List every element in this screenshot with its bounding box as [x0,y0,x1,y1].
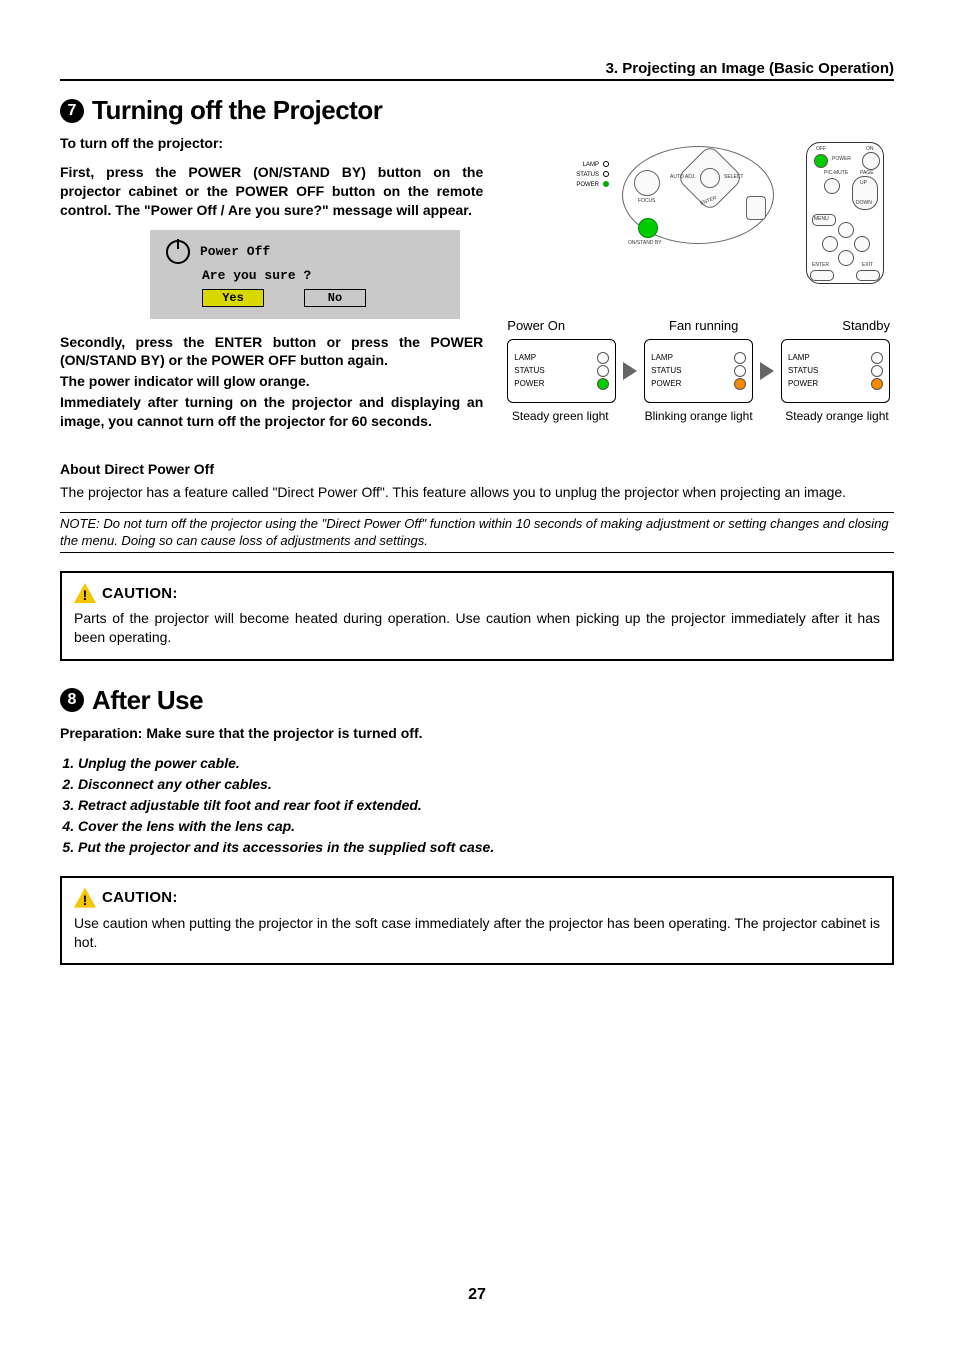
step-4: Cover the lens with the lens cap. [78,816,894,837]
warning-icon: ! [74,888,96,908]
state-headers: Power On Fan running Standby [507,318,890,333]
section7-para2-line1: Secondly, press the ENTER button or pres… [60,333,483,371]
caution-box-1: ! CAUTION: Parts of the projector will b… [60,571,894,661]
direct-power-off-heading: About Direct Power Off [60,461,894,477]
panel-legend: LAMP STATUS POWER [565,160,609,190]
caution-1-text: Parts of the projector will become heate… [74,609,880,647]
power-icon [166,240,190,264]
power-off-dialog: Power Off Are you sure ? Yes No [150,230,460,319]
direct-power-off-note: NOTE: Do not turn off the projector usin… [60,512,894,553]
remote-figure: OFF ON POWER PIC-MUTE PAGE UP DOWN MENU [794,140,894,290]
state-boxes: LAMP STATUS POWER LAMP STATUS POWER LAMP… [507,339,890,403]
section-7-title: Turning off the Projector [92,95,382,126]
section7-para2-line3: Immediately after turning on the project… [60,393,483,431]
dialog-line2: Are you sure ? [202,268,450,283]
section7-lead: To turn off the projector: [60,134,483,153]
section7-para2-line2: The power indicator will glow orange. [60,372,483,391]
arrow-icon [623,362,637,380]
direct-power-off-para: The projector has a feature called "Dire… [60,483,894,502]
section-7-heading: 7 Turning off the Projector [60,95,894,126]
state-box-standby: LAMP STATUS POWER [781,339,890,403]
caution-2-title: CAUTION: [102,889,178,906]
dialog-yes-button[interactable]: Yes [202,289,264,307]
section-8-badge: 8 [60,688,84,712]
arrow-icon [760,362,774,380]
state-box-on: LAMP STATUS POWER [507,339,616,403]
caution-1-title: CAUTION: [102,585,178,602]
section-8-title: After Use [92,685,203,716]
projector-panel-figure: LAMP STATUS POWER FOCUS ON/STAND BY AUTO… [610,140,780,260]
section-7-badge: 7 [60,99,84,123]
dialog-no-button[interactable]: No [304,289,366,307]
caution-2-text: Use caution when putting the projector i… [74,914,880,952]
chapter-header: 3. Projecting an Image (Basic Operation) [60,60,894,81]
caution-box-2: ! CAUTION: Use caution when putting the … [60,876,894,966]
step-1: Unplug the power cable. [78,753,894,774]
section-8-heading: 8 After Use [60,685,894,716]
step-5: Put the projector and its accessories in… [78,837,894,858]
state-box-fan: LAMP STATUS POWER [644,339,753,403]
step-3: Retract adjustable tilt foot and rear fo… [78,795,894,816]
dialog-line1: Power Off [200,244,270,259]
section8-steps: Unplug the power cable. Disconnect any o… [60,753,894,858]
section8-lead: Preparation: Make sure that the projecto… [60,724,894,743]
section7-para1: First, press the POWER (ON/STAND BY) but… [60,163,483,220]
step-2: Disconnect any other cables. [78,774,894,795]
state-captions: Steady green light Blinking orange light… [505,409,892,423]
page-number: 27 [0,1286,954,1304]
warning-icon: ! [74,583,96,603]
